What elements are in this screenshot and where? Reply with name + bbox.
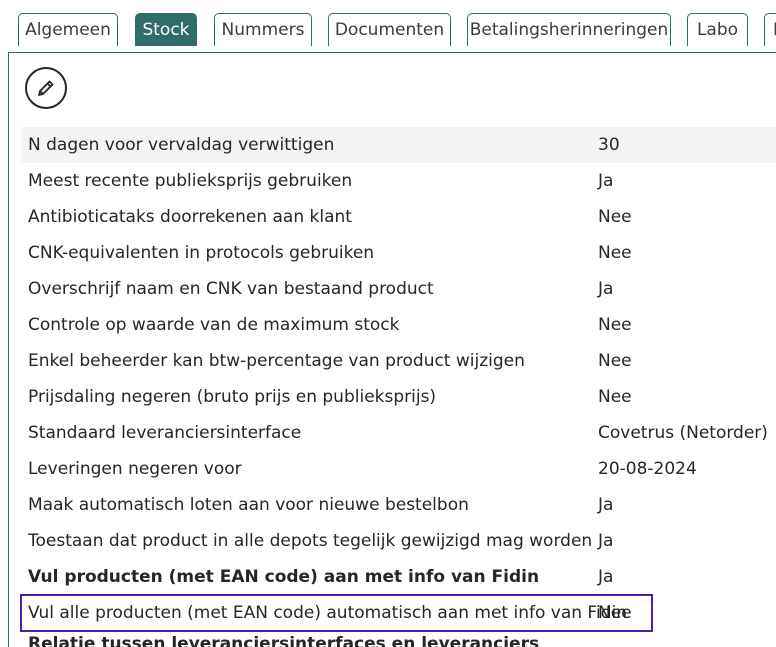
settings-page: Algemeen Stock Nummers Documenten Betali… bbox=[0, 0, 776, 647]
setting-value: Covetrus (Netorder) bbox=[598, 423, 768, 443]
settings-table: N dagen voor vervaldag verwittigen 30 Me… bbox=[20, 127, 776, 632]
setting-value: Ja bbox=[598, 279, 614, 299]
setting-row-highlighted: Vul alle producten (met EAN code) automa… bbox=[20, 594, 653, 632]
tab-stock[interactable]: Stock bbox=[135, 13, 197, 46]
tab-labo[interactable]: Labo bbox=[687, 13, 748, 46]
setting-label: CNK-equivalenten in protocols gebruiken bbox=[28, 243, 375, 263]
setting-value: Ja bbox=[598, 171, 614, 191]
setting-row: Leveringen negeren voor 20-08-2024 bbox=[21, 451, 776, 487]
setting-value: Ja bbox=[598, 567, 614, 587]
setting-row: N dagen voor vervaldag verwittigen 30 bbox=[21, 127, 776, 163]
tab-documenten[interactable]: Documenten bbox=[328, 13, 451, 46]
setting-value: Ja bbox=[598, 531, 614, 551]
setting-label: Standaard leveranciersinterface bbox=[28, 423, 302, 443]
setting-value: 20-08-2024 bbox=[598, 459, 697, 479]
setting-label: Antibioticataks doorrekenen aan klant bbox=[28, 207, 352, 227]
setting-label: Prijsdaling negeren (bruto prijs en publ… bbox=[28, 387, 437, 407]
setting-label: Controle op waarde van de maximum stock bbox=[28, 315, 400, 335]
tab-more[interactable]: B bbox=[764, 13, 776, 46]
setting-value: Nee bbox=[598, 315, 632, 335]
setting-value: Ja bbox=[598, 495, 614, 515]
setting-label: Enkel beheerder kan btw-percentage van p… bbox=[28, 351, 525, 371]
setting-row: Meest recente publieksprijs gebruiken Ja bbox=[21, 163, 776, 199]
setting-row: Controle op waarde van de maximum stock … bbox=[21, 307, 776, 343]
setting-label: Maak automatisch loten aan voor nieuwe b… bbox=[28, 495, 469, 515]
setting-row: Enkel beheerder kan btw-percentage van p… bbox=[21, 343, 776, 379]
section-heading: Relatie tussen leveranciersinterfaces en… bbox=[28, 634, 540, 647]
setting-label: Vul alle producten (met EAN code) automa… bbox=[28, 603, 627, 623]
setting-row: CNK-equivalenten in protocols gebruiken … bbox=[21, 235, 776, 271]
setting-row: Overschrijf naam en CNK van bestaand pro… bbox=[21, 271, 776, 307]
setting-row: Standaard leveranciersinterface Covetrus… bbox=[21, 415, 776, 451]
setting-label: Vul producten (met EAN code) aan met inf… bbox=[28, 567, 540, 587]
setting-label: Meest recente publieksprijs gebruiken bbox=[28, 171, 353, 191]
setting-label: N dagen voor vervaldag verwittigen bbox=[28, 135, 335, 155]
tab-betalingsherinneringen[interactable]: Betalingsherinneringen bbox=[467, 13, 671, 46]
pencil-icon bbox=[38, 80, 54, 96]
setting-value: Nee bbox=[598, 207, 632, 227]
tab-bar: Algemeen Stock Nummers Documenten Betali… bbox=[0, 0, 776, 47]
setting-label: Overschrijf naam en CNK van bestaand pro… bbox=[28, 279, 434, 299]
setting-row: Vul producten (met EAN code) aan met inf… bbox=[21, 559, 776, 595]
setting-row: Toestaan dat product in alle depots tege… bbox=[21, 523, 776, 559]
tab-algemeen[interactable]: Algemeen bbox=[18, 13, 118, 46]
tab-nummers[interactable]: Nummers bbox=[214, 13, 312, 46]
setting-value: 30 bbox=[598, 135, 620, 155]
setting-value: Nee bbox=[598, 243, 632, 263]
setting-value: Nee bbox=[598, 387, 632, 407]
setting-row: Maak automatisch loten aan voor nieuwe b… bbox=[21, 487, 776, 523]
setting-row: Prijsdaling negeren (bruto prijs en publ… bbox=[21, 379, 776, 415]
edit-button[interactable] bbox=[25, 67, 67, 109]
setting-label: Leveringen negeren voor bbox=[28, 459, 242, 479]
setting-row: Antibioticataks doorrekenen aan klant Ne… bbox=[21, 199, 776, 235]
setting-value: Nee bbox=[598, 351, 632, 371]
setting-value: Nee bbox=[598, 603, 632, 623]
setting-label: Toestaan dat product in alle depots tege… bbox=[28, 531, 593, 551]
